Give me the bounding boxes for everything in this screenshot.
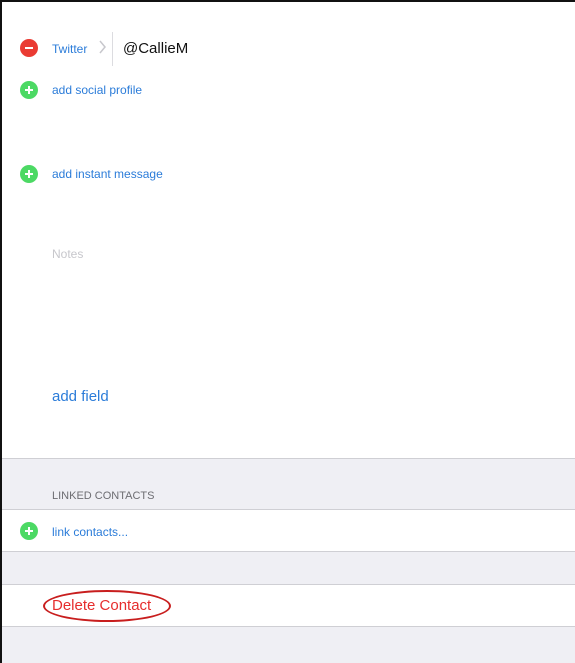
add-field-button[interactable]: add field xyxy=(52,388,109,405)
add-instant-message-row[interactable]: add instant message xyxy=(2,162,575,186)
notes-placeholder: Notes xyxy=(52,247,84,261)
delete-contact-row[interactable]: Delete Contact xyxy=(2,585,575,626)
service-type-label[interactable]: Twitter xyxy=(52,42,87,56)
add-social-profile-row[interactable]: add social profile xyxy=(2,78,575,102)
add-instant-message-label[interactable]: add instant message xyxy=(52,167,163,181)
link-contacts-label[interactable]: link contacts... xyxy=(52,525,128,539)
add-field-row[interactable]: add field xyxy=(2,386,575,410)
linked-contacts-header: LINKED CONTACTS xyxy=(52,490,155,502)
link-contacts-row[interactable]: link contacts... xyxy=(2,510,575,551)
delete-contact-button[interactable]: Delete Contact xyxy=(52,597,151,614)
twitter-row: Twitter @CallieM xyxy=(2,30,575,66)
twitter-handle-field[interactable]: @CallieM xyxy=(123,40,188,57)
contact-edit-panel: Twitter @CallieM add social profile add … xyxy=(0,0,575,663)
linked-contacts-header-band: LINKED CONTACTS xyxy=(2,459,575,509)
remove-circle-icon[interactable] xyxy=(20,39,38,57)
add-circle-icon[interactable] xyxy=(20,522,38,540)
bottom-spacer xyxy=(2,627,575,663)
group-spacer xyxy=(2,552,575,584)
field-divider xyxy=(112,32,113,66)
notes-field[interactable]: Notes xyxy=(2,242,575,362)
add-social-profile-label[interactable]: add social profile xyxy=(52,83,142,97)
add-circle-icon[interactable] xyxy=(20,81,38,99)
add-circle-icon[interactable] xyxy=(20,165,38,183)
chevron-right-icon xyxy=(99,40,107,59)
